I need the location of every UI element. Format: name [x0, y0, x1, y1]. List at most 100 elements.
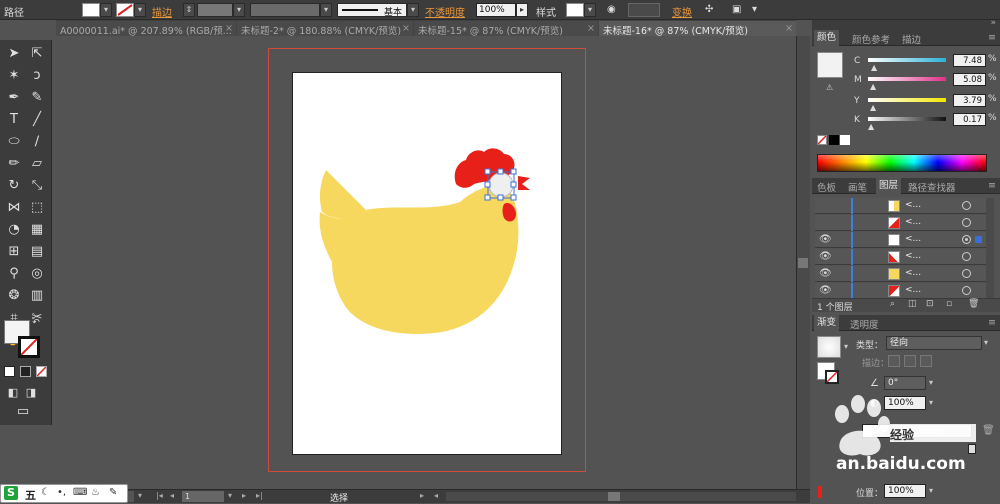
layer-row[interactable]: <... — [815, 198, 986, 214]
brush-definition[interactable]: 基本 — [337, 3, 407, 18]
gradient-preset-dropdown[interactable]: ▾ — [844, 342, 848, 351]
scroll-left-icon[interactable]: ◂ — [434, 491, 438, 500]
black-swatch[interactable] — [829, 135, 839, 145]
fill-swatch[interactable] — [82, 3, 100, 17]
angle-dropdown-icon[interactable]: ▾ — [929, 378, 933, 387]
stroke-weight-stepper[interactable]: ⇕ — [183, 3, 195, 17]
position-dropdown-icon[interactable]: ▾ — [929, 486, 933, 495]
artboard-dropdown-icon[interactable]: ▾ — [228, 491, 232, 500]
angle-field[interactable]: 0° — [884, 376, 926, 390]
slider-knob[interactable]: ▲ — [870, 82, 876, 91]
horizontal-scroll-thumb[interactable] — [608, 492, 620, 501]
position-field[interactable]: 100% — [884, 484, 926, 498]
profile-dropdown[interactable]: ▾ — [320, 3, 332, 17]
perspective-grid-icon[interactable]: ▦ — [26, 219, 48, 241]
tab-layers[interactable]: 图层 — [876, 178, 902, 194]
status-menu-icon[interactable]: ▸ — [420, 491, 424, 500]
moon-icon[interactable]: ☾ — [41, 487, 50, 498]
style-dropdown[interactable]: ▾ — [584, 3, 596, 17]
fill-dropdown[interactable]: ▾ — [100, 3, 112, 17]
layer-row[interactable]: <... — [815, 215, 986, 231]
selection-tool-icon[interactable]: ➤ — [3, 43, 25, 65]
select-similar-icon[interactable]: ▣ — [732, 4, 741, 15]
scale-icon[interactable]: ⤡ — [26, 175, 48, 197]
screen-mode-icon[interactable]: ▭ — [12, 401, 34, 423]
symbol-sprayer-icon[interactable]: ❂ — [3, 285, 25, 307]
magic-wand-icon[interactable]: ✶ — [3, 65, 25, 87]
none-mode-icon[interactable] — [36, 366, 47, 377]
layer-name[interactable]: <... — [905, 251, 921, 261]
artboard-number-field[interactable]: 1 — [182, 491, 224, 502]
slider-value[interactable]: 7.48 — [953, 54, 986, 67]
color-mode-icon[interactable] — [4, 366, 15, 377]
first-artboard-icon[interactable]: |◂ — [156, 491, 163, 500]
layer-name[interactable]: <... — [905, 285, 921, 295]
target-icon[interactable] — [962, 218, 971, 227]
slider-track[interactable] — [868, 98, 946, 102]
layer-name[interactable]: <... — [905, 234, 921, 244]
eyedropper-icon[interactable]: ⚲ — [3, 263, 25, 285]
hen-tail[interactable] — [319, 170, 366, 219]
free-transform-icon[interactable]: ⬚ — [26, 197, 48, 219]
gradient-preview[interactable] — [817, 336, 841, 358]
tab-color[interactable]: 颜色 — [814, 30, 840, 46]
slider-value[interactable]: 3.79 — [953, 94, 986, 107]
black-slider[interactable]: K ▲ 0.17 % — [812, 113, 1000, 131]
gradient-type-select[interactable]: 径向 — [886, 336, 982, 350]
layer-name[interactable]: <... — [905, 200, 921, 210]
tab-document-2[interactable]: 未标题-2* @ 180.88% (CMYK/预览) × — [237, 21, 413, 36]
horizontal-scrollbar[interactable] — [446, 492, 796, 501]
new-layer-icon[interactable]: ▫ — [946, 299, 952, 309]
slider-knob[interactable]: ▲ — [870, 103, 876, 112]
tab-pathfinder[interactable]: 路径查找器 — [908, 180, 956, 194]
selected-art-indicator[interactable] — [975, 236, 982, 243]
hen-eye[interactable] — [488, 172, 514, 198]
skin-icon[interactable]: ♨ — [91, 487, 100, 498]
gradient-tool-icon[interactable]: ▤ — [26, 241, 48, 263]
slider-track[interactable] — [868, 58, 946, 62]
align-button[interactable] — [628, 3, 660, 17]
tab-brushes[interactable]: 画笔 — [848, 180, 867, 194]
stroke-swatch[interactable] — [116, 3, 134, 17]
gradient-slider[interactable] — [862, 424, 972, 438]
stroke-weight-field[interactable] — [197, 3, 233, 17]
recolor-icon[interactable]: ◉ — [607, 4, 616, 15]
visibility-eye-icon[interactable]: 👁 — [819, 251, 832, 262]
isolate-icon[interactable]: ✣ — [705, 4, 713, 15]
layer-name[interactable]: <... — [905, 217, 921, 227]
layer-row[interactable]: 👁 <... — [815, 249, 986, 265]
close-icon[interactable]: × — [225, 23, 233, 34]
brush-dropdown[interactable]: ▾ — [407, 3, 419, 17]
delete-stop-icon[interactable]: 🗑 — [982, 425, 995, 436]
line-tool-icon[interactable]: ╱ — [26, 109, 48, 131]
collapse-icon[interactable]: » — [990, 18, 996, 28]
stroke-gradient-within-icon[interactable] — [888, 355, 900, 367]
panel-menu-icon[interactable]: ≡ — [988, 317, 996, 328]
yellow-slider[interactable]: Y ▲ 3.79 % — [812, 94, 1000, 112]
layer-row[interactable]: 👁 <... — [815, 283, 986, 299]
next-artboard-icon[interactable]: ▸ — [242, 491, 246, 500]
tab-gradient[interactable]: 渐变 — [814, 315, 840, 331]
stroke-label[interactable]: 描边 — [152, 4, 172, 19]
style-swatch[interactable] — [566, 3, 584, 17]
target-icon[interactable] — [962, 201, 971, 210]
ellipse-tool-icon[interactable]: ⬭ — [3, 131, 25, 153]
ime-toolbar[interactable]: S 五 ☾ •, ⌨ ♨ ✎ — [0, 484, 128, 503]
last-artboard-icon[interactable]: ▸| — [256, 491, 263, 500]
tab-document-4[interactable]: 未标题-16* @ 87% (CMYK/预览) × — [599, 21, 796, 36]
target-icon[interactable] — [962, 286, 971, 295]
tab-stroke[interactable]: 描边 — [902, 32, 921, 46]
stroke-color-box[interactable] — [18, 336, 40, 358]
shape-builder-icon[interactable]: ◔ — [3, 219, 25, 241]
prev-artboard-icon[interactable]: ◂ — [170, 491, 174, 500]
aspect-dropdown-icon[interactable]: ▾ — [929, 398, 933, 407]
hen-beak[interactable] — [518, 176, 530, 190]
wrench-icon[interactable]: ✎ — [109, 487, 117, 498]
opacity-label[interactable]: 不透明度 — [425, 4, 465, 19]
new-sublayer-icon[interactable]: ⊡ — [926, 299, 934, 309]
visibility-eye-icon[interactable]: 👁 — [819, 285, 832, 296]
gradient-stop[interactable] — [968, 444, 976, 454]
clipping-mask-icon[interactable]: ◫ — [908, 299, 917, 309]
white-swatch[interactable] — [840, 135, 850, 145]
punctuation-icon[interactable]: •, — [57, 487, 66, 498]
